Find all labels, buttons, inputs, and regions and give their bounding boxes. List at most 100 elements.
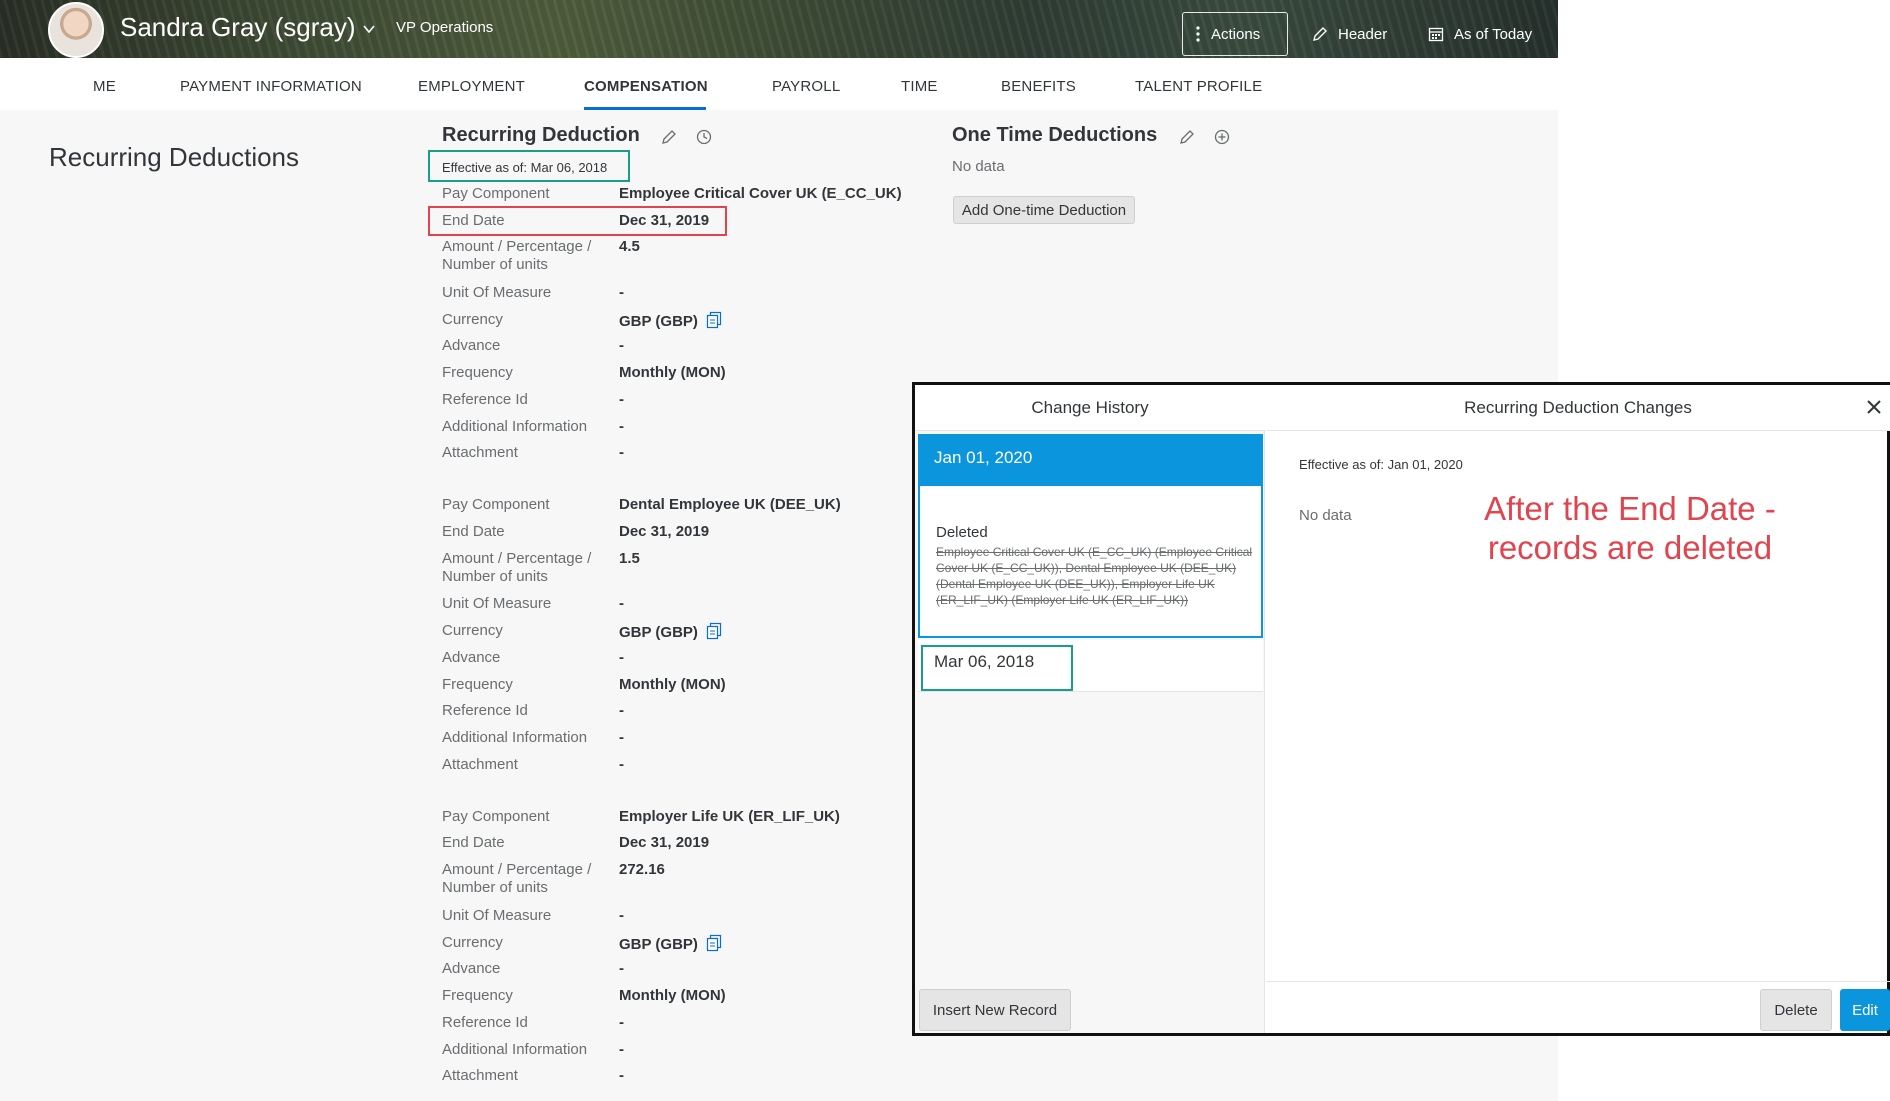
copy-icon[interactable] — [706, 622, 722, 640]
change-history-panel: Change History Jan 01, 2020 Deleted Empl… — [915, 385, 1265, 1033]
currency-text: GBP (GBP) — [619, 936, 698, 953]
history-item-details[interactable]: Deleted Employee Critical Cover UK (E_CC… — [918, 486, 1263, 638]
add-circle-icon[interactable] — [1213, 128, 1231, 146]
reference-id-value: - — [619, 702, 624, 719]
pay-component-label: Pay Component — [442, 808, 550, 825]
amount-label: Amount / Percentage / — [442, 861, 592, 878]
deleted-label: Deleted — [936, 524, 988, 541]
pay-component-label: Pay Component — [442, 185, 550, 202]
advance-label: Advance — [442, 649, 501, 666]
currency-label: Currency — [442, 311, 503, 328]
currency-value: GBP (GBP) — [619, 311, 722, 331]
change-history-dialog: Change History Jan 01, 2020 Deleted Empl… — [912, 382, 1890, 1036]
edit-pencil-icon[interactable] — [1178, 128, 1196, 146]
tab-employment[interactable]: EMPLOYMENT — [418, 78, 525, 95]
calendar-icon — [1428, 27, 1444, 42]
frequency-label: Frequency — [442, 987, 513, 1004]
add-one-time-deduction-button[interactable]: Add One-time Deduction — [953, 196, 1135, 224]
recurring-deduction-title: Recurring Deduction — [442, 124, 640, 146]
end-date-value: Dec 31, 2019 — [619, 834, 710, 851]
tab-bar: ME PAYMENT INFORMATION EMPLOYMENT COMPEN… — [0, 58, 1558, 110]
end-date-label: End Date — [442, 834, 505, 851]
annotation-text: After the End Date - records are deleted — [1435, 489, 1825, 567]
pay-component-value: Dental Employee UK (DEE_UK) — [619, 496, 841, 513]
advance-label: Advance — [442, 960, 501, 977]
pay-component-value: Employee Critical Cover UK (E_CC_UK) — [619, 185, 902, 202]
amount-label-line2: Number of units — [442, 256, 548, 273]
attachment-label: Attachment — [442, 1067, 518, 1084]
copy-icon[interactable] — [706, 311, 722, 329]
user-name[interactable]: Sandra Gray (sgray) — [120, 12, 356, 43]
dialog-footer-divider — [1266, 981, 1890, 982]
avatar[interactable] — [48, 2, 104, 58]
history-clock-icon[interactable] — [695, 128, 713, 146]
amount-label-line2: Number of units — [442, 568, 548, 585]
actions-label: Actions — [1211, 25, 1261, 43]
reference-id-value: - — [619, 391, 624, 408]
currency-text: GBP (GBP) — [619, 313, 698, 330]
tab-time[interactable]: TIME — [901, 78, 938, 95]
copy-icon[interactable] — [706, 934, 722, 952]
reference-id-label: Reference Id — [442, 1014, 528, 1031]
header-edit-button[interactable]: Header — [1300, 12, 1399, 56]
unit-of-measure-label: Unit Of Measure — [442, 595, 552, 612]
annotation-line-2: records are deleted — [1487, 529, 1773, 566]
currency-value: GBP (GBP) — [619, 622, 722, 642]
additional-info-label: Additional Information — [442, 1041, 588, 1058]
actions-button[interactable]: Actions — [1182, 12, 1288, 56]
attachment-label: Attachment — [442, 444, 518, 461]
currency-text: GBP (GBP) — [619, 624, 698, 641]
attachment-value: - — [619, 756, 624, 773]
edit-button[interactable]: Edit — [1840, 989, 1890, 1031]
delete-button[interactable]: Delete — [1760, 989, 1832, 1031]
tab-payroll[interactable]: PAYROLL — [772, 78, 840, 95]
shell-header: Sandra Gray (sgray) VP Operations Action… — [0, 0, 1558, 58]
tab-compensation[interactable]: COMPENSATION — [584, 78, 708, 95]
tab-me[interactable]: ME — [93, 78, 116, 95]
amount-label: Amount / Percentage / — [442, 550, 592, 567]
amount-label-line2: Number of units — [442, 879, 548, 896]
unit-of-measure-value: - — [619, 595, 624, 612]
tab-benefits[interactable]: BENEFITS — [1001, 78, 1076, 95]
changes-effective-date: Effective as of: Jan 01, 2020 — [1299, 457, 1463, 472]
frequency-value: Monthly (MON) — [619, 364, 726, 381]
amount-label: Amount / Percentage / — [442, 238, 592, 255]
unit-of-measure-value: - — [619, 284, 624, 301]
edit-pencil-icon[interactable] — [660, 128, 678, 146]
chevron-down-icon[interactable] — [362, 22, 376, 36]
end-date-label: End Date — [442, 212, 505, 229]
unit-of-measure-label: Unit Of Measure — [442, 284, 552, 301]
additional-info-value: - — [619, 1041, 624, 1058]
pencil-icon — [1313, 27, 1327, 41]
currency-value: GBP (GBP) — [619, 934, 722, 954]
reference-id-label: Reference Id — [442, 391, 528, 408]
frequency-value: Monthly (MON) — [619, 676, 726, 693]
currency-label: Currency — [442, 934, 503, 951]
reference-id-label: Reference Id — [442, 702, 528, 719]
reference-id-value: - — [619, 1014, 624, 1031]
deleted-records-text: Employee Critical Cover UK (E_CC_UK) (Em… — [936, 545, 1253, 607]
attachment-label: Attachment — [442, 756, 518, 773]
history-item-highlight — [921, 645, 1073, 691]
end-date-label: End Date — [442, 523, 505, 540]
close-icon[interactable] — [1865, 398, 1883, 416]
history-item-selected[interactable]: Jan 01, 2020 — [918, 434, 1263, 486]
one-time-deductions-title: One Time Deductions — [952, 124, 1158, 146]
as-of-label: As of Today — [1454, 25, 1533, 43]
user-job-title: VP Operations — [396, 19, 494, 36]
unit-of-measure-label: Unit Of Measure — [442, 907, 552, 924]
advance-label: Advance — [442, 337, 501, 354]
more-vertical-icon — [1196, 26, 1200, 42]
tab-payment-information[interactable]: PAYMENT INFORMATION — [180, 78, 362, 95]
end-date-value: Dec 31, 2019 — [619, 523, 710, 540]
additional-info-value: - — [619, 729, 624, 746]
tab-talent-profile[interactable]: TALENT PROFILE — [1135, 78, 1262, 95]
insert-new-record-button[interactable]: Insert New Record — [919, 989, 1071, 1031]
advance-value: - — [619, 649, 624, 666]
amount-value: 4.5 — [619, 238, 640, 255]
advance-value: - — [619, 960, 624, 977]
amount-value: 1.5 — [619, 550, 640, 567]
as-of-today-button[interactable]: As of Today — [1416, 12, 1544, 56]
unit-of-measure-value: - — [619, 907, 624, 924]
recurring-deduction-changes-title: Recurring Deduction Changes — [1266, 385, 1890, 431]
